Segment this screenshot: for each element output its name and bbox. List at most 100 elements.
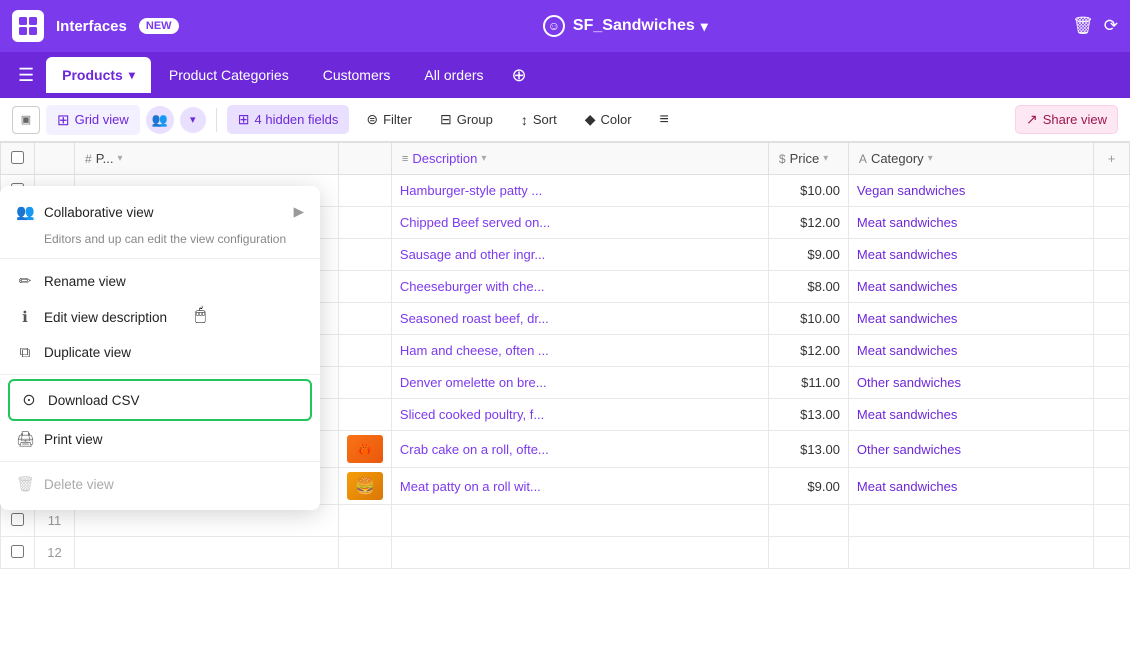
col-price-sort-icon: ▾ xyxy=(823,153,828,164)
sort-button[interactable]: ↕ Sort xyxy=(510,106,568,134)
row-expand[interactable] xyxy=(1094,468,1130,505)
row-expand[interactable] xyxy=(1094,367,1130,399)
grid-view-button[interactable]: ⊞ Grid view xyxy=(46,105,140,135)
color-icon: ◆ xyxy=(585,111,596,128)
dropdown-edit-description[interactable]: ℹ Edit view description xyxy=(0,299,320,335)
row-description: Seasoned roast beef, dr... xyxy=(391,303,768,335)
app-logo[interactable] xyxy=(12,10,44,42)
row-category xyxy=(848,537,1093,569)
history-icon[interactable]: ⟳ xyxy=(1104,16,1118,36)
dropdown-duplicate-view[interactable]: ⧉ Duplicate view xyxy=(0,335,320,370)
row-price: $11.00 xyxy=(768,367,848,399)
col-header-name[interactable]: # P... ▾ xyxy=(75,143,339,175)
dropdown-download-csv[interactable]: ⊙ Download CSV xyxy=(8,379,312,421)
col-header-cat[interactable]: A Category ▾ xyxy=(848,143,1093,175)
dropdown-collaborative-view[interactable]: 👥 Collaborative view ▶ xyxy=(0,194,320,230)
row-category: Other sandwiches xyxy=(848,431,1093,468)
row-description: Chipped Beef served on... xyxy=(391,207,768,239)
row-expand[interactable] xyxy=(1094,303,1130,335)
row-image-cell xyxy=(338,367,391,399)
row-description: Sliced cooked poultry, f... xyxy=(391,399,768,431)
dropdown-print-view[interactable]: 🖨 Print view xyxy=(0,421,320,457)
row-expand[interactable] xyxy=(1094,239,1130,271)
trash-icon[interactable]: 🗑 xyxy=(1072,16,1094,36)
tab-all-orders[interactable]: All orders xyxy=(408,57,499,93)
row-price xyxy=(768,505,848,537)
row-image-cell: 🦀 xyxy=(338,431,391,468)
row-description: Crab cake on a roll, ofte... xyxy=(391,431,768,468)
col-header-price[interactable]: $ Price ▾ xyxy=(768,143,848,175)
collaborative-icon: 👥 xyxy=(16,203,34,221)
color-button[interactable]: ◆ Color xyxy=(574,105,643,134)
grid-icon: ⊞ xyxy=(57,111,70,129)
row-expand[interactable] xyxy=(1094,431,1130,468)
row-description xyxy=(391,505,768,537)
separator-3 xyxy=(0,461,320,462)
row-checkbox-cell[interactable] xyxy=(1,537,35,569)
row-price: $12.00 xyxy=(768,207,848,239)
row-name xyxy=(75,537,339,569)
tab-product-categories[interactable]: Product Categories xyxy=(153,57,305,93)
tab-customers[interactable]: Customers xyxy=(307,57,407,93)
row-expand[interactable] xyxy=(1094,399,1130,431)
row-expand[interactable] xyxy=(1094,271,1130,303)
row-category: Vegan sandwiches xyxy=(848,175,1093,207)
select-all-checkbox[interactable] xyxy=(11,151,24,164)
row-expand[interactable] xyxy=(1094,505,1130,537)
view-dropdown-button[interactable]: ▾ xyxy=(180,107,206,133)
filter-icon: ⊜ xyxy=(366,111,378,128)
row-price xyxy=(768,537,848,569)
group-button[interactable]: ⊟ Group xyxy=(429,105,504,134)
tab-products[interactable]: Products ▾ xyxy=(46,57,151,93)
dollar-icon: $ xyxy=(779,152,786,166)
info-icon: ℹ xyxy=(16,308,34,326)
row-checkbox[interactable] xyxy=(11,513,24,526)
row-image-cell xyxy=(338,537,391,569)
toolbar: ▣ ⊞ Grid view 👥 ▾ ⊞ 4 hidden fields ⊜ Fi… xyxy=(0,98,1130,142)
col-header-desc[interactable]: ≡ Description ▾ xyxy=(391,143,768,175)
sort-icon: ↕ xyxy=(521,112,528,128)
row-expand[interactable] xyxy=(1094,537,1130,569)
row-expand[interactable] xyxy=(1094,207,1130,239)
workspace-area: ☺ SF_Sandwiches ▾ xyxy=(191,15,1061,37)
dropdown-rename-view[interactable]: ✏ Rename view xyxy=(0,263,320,299)
collaborative-sub: Editors and up can edit the view configu… xyxy=(0,230,320,254)
row-image-cell xyxy=(338,239,391,271)
more-button[interactable]: ≡ xyxy=(649,105,680,135)
row-price: $9.00 xyxy=(768,239,848,271)
row-expand[interactable] xyxy=(1094,175,1130,207)
sidebar-toggle[interactable]: ▣ xyxy=(12,106,40,134)
row-description: Cheeseburger with che... xyxy=(391,271,768,303)
row-expand[interactable] xyxy=(1094,335,1130,367)
hamburger-menu[interactable]: ☰ xyxy=(8,59,44,92)
col-header-checkbox[interactable] xyxy=(1,143,35,175)
filter-button[interactable]: ⊜ Filter xyxy=(355,105,423,134)
row-price: $10.00 xyxy=(768,175,848,207)
text-a-icon: A xyxy=(859,152,867,166)
fields-icon: ⊞ xyxy=(238,111,250,128)
row-image-cell xyxy=(338,175,391,207)
row-thumbnail: 🦀 xyxy=(347,435,383,463)
share-view-button[interactable]: ↗ Share view xyxy=(1015,105,1118,134)
row-checkbox[interactable] xyxy=(11,545,24,558)
view-options-button[interactable]: 👥 xyxy=(146,106,174,134)
row-price: $12.00 xyxy=(768,335,848,367)
separator-1 xyxy=(0,258,320,259)
row-image-cell xyxy=(338,335,391,367)
row-price: $13.00 xyxy=(768,431,848,468)
hidden-fields-button[interactable]: ⊞ 4 hidden fields xyxy=(227,105,350,134)
col-sort-icon: ▾ xyxy=(118,153,123,164)
row-category: Meat sandwiches xyxy=(848,239,1093,271)
table-header-row: # P... ▾ ≡ Description ▾ xyxy=(1,143,1130,175)
col-header-add[interactable]: + xyxy=(1094,143,1130,175)
row-price: $9.00 xyxy=(768,468,848,505)
row-price: $8.00 xyxy=(768,271,848,303)
row-description xyxy=(391,537,768,569)
row-category: Meat sandwiches xyxy=(848,399,1093,431)
add-tab-button[interactable]: ⊕ xyxy=(502,61,537,90)
row-image-cell xyxy=(338,271,391,303)
col-desc-sort-icon: ▾ xyxy=(481,153,486,164)
workspace-name[interactable]: SF_Sandwiches ▾ xyxy=(573,17,708,35)
dropdown-delete-view[interactable]: 🗑 Delete view xyxy=(0,466,320,502)
row-category: Meat sandwiches xyxy=(848,468,1093,505)
